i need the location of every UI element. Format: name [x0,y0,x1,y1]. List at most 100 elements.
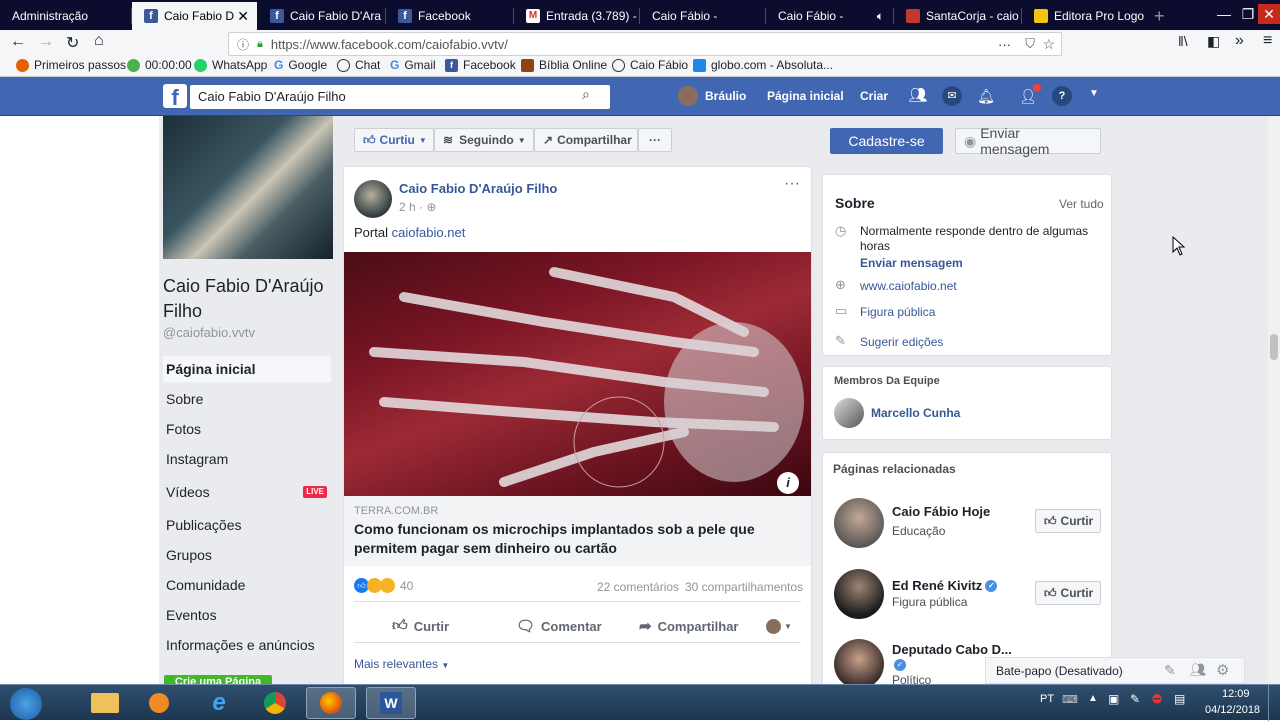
bell-icon[interactable]: 🔔︎ [976,86,996,106]
send-message-button[interactable]: ◉ Enviar mensagem [955,125,1101,157]
link-preview-image[interactable]: i [344,252,811,496]
avatar[interactable] [678,86,698,106]
related-page-name-row[interactable]: Ed René Kivitz ✓ [892,578,998,593]
tab-santacorja[interactable]: SantaCorja - caio [894,2,1022,30]
pocket-icon[interactable]: ⛉ [1025,36,1035,52]
gear-icon[interactable]: ⚙ [1216,661,1229,679]
avatar[interactable] [834,398,864,428]
network-icon[interactable]: ▤ [1174,692,1185,706]
comment-button[interactable]: 🗨︎ Comentar [516,617,602,635]
nav-videos[interactable]: Vídeos LIVE [163,479,331,505]
nav-eventos[interactable]: Eventos [163,602,331,628]
reactions-summary[interactable]: 👍︎ 40 [354,578,413,593]
show-desktop-button[interactable] [1268,685,1280,721]
shares-count[interactable]: 30 compartilhamentos [685,580,803,594]
search-input[interactable]: Caio Fabio D'Araújo Filho [190,85,610,109]
like-page-button[interactable]: 👍︎ Curtir [1035,509,1101,533]
home-icon[interactable]: ⌂ [94,32,104,50]
tab-caio-fabio-3[interactable]: Caio Fábio - [640,2,766,30]
tab-caio-fabio-active[interactable]: f Caio Fabio D'Ar ✕ [132,2,257,30]
internet-explorer-icon[interactable]: e [194,687,244,719]
website-link[interactable]: www.caiofabio.net [860,279,957,293]
forward-icon[interactable]: → [38,33,54,51]
home-link[interactable]: Página inicial [767,89,844,103]
info-icon[interactable]: ⓘ [237,36,249,53]
firefox-icon[interactable] [306,687,356,719]
language-indicator[interactable]: PT [1040,693,1054,705]
url-text[interactable]: https://www.facebook.com/caiofabio.vvtv/ [271,37,508,52]
compose-icon[interactable]: ✎ [1164,662,1176,679]
author-avatar[interactable] [354,180,392,218]
chrome-icon[interactable] [250,687,300,719]
like-post-button[interactable]: 👍︎ Curtir [392,617,449,635]
tab-editora[interactable]: Editora Pro Logo [1022,2,1148,30]
scrollbar[interactable] [1268,116,1280,684]
create-page-button[interactable]: Crie uma Página [164,675,272,684]
star-icon[interactable]: ☆ [1042,36,1055,53]
messenger-icon[interactable]: ✉ [942,86,962,106]
nav-sobre[interactable]: Sobre [163,386,331,412]
library-icon[interactable]: ‖\ [1178,33,1188,49]
overflow-icon[interactable]: » [1235,32,1244,50]
post-options-icon[interactable]: ··· [784,175,800,193]
suggest-edits-link[interactable]: Sugerir edições [860,335,943,349]
bookmark-timer[interactable]: 00:00:00 [127,58,192,72]
post-time[interactable]: 2 h · ⊕ [399,200,436,214]
speaker-icon[interactable]: 🔈︎ [877,9,884,24]
tab-facebook[interactable]: f Facebook [386,2,514,30]
nav-fotos[interactable]: Fotos [163,416,331,442]
media-player-icon[interactable] [134,687,184,719]
clock-time[interactable]: 12:09 [1222,688,1250,700]
create-link[interactable]: Criar [860,89,888,103]
liked-button[interactable]: 👍︎ Curtiu ▼ [354,128,434,152]
bookmark-google[interactable]: G Google [274,58,327,72]
new-tab-button[interactable]: + [1150,2,1174,30]
share-button[interactable]: ↗ Compartilhar [534,128,638,152]
share-post-button[interactable]: ➦ Compartilhar [639,617,738,635]
following-button[interactable]: ≋ Seguindo ▼ [434,128,534,152]
post-as-selector[interactable]: ▼ [766,619,792,634]
nav-informacoes[interactable]: Informações e anúncios [163,632,331,658]
bookmark-caio-fabio[interactable]: Caio Fábio [612,58,688,72]
menu-icon[interactable]: ≡ [1263,32,1272,50]
scrollbar-thumb[interactable] [1270,334,1278,360]
signup-button[interactable]: Cadastre-se [830,128,943,154]
facebook-logo-icon[interactable]: f [163,84,187,110]
restore-icon[interactable]: ❐ [1236,4,1260,24]
reload-icon[interactable]: ↻ [66,33,79,53]
about-send-message-link[interactable]: Enviar mensagem [860,256,963,270]
page-actions-icon[interactable]: ··· [998,37,1011,52]
back-icon[interactable]: ← [10,33,26,51]
profile-picture[interactable] [163,116,333,259]
nav-pagina-inicial[interactable]: Página inicial [163,356,331,382]
team-member-link[interactable]: Marcello Cunha [871,406,960,420]
nav-grupos[interactable]: Grupos [163,542,331,568]
post-author[interactable]: Caio Fabio D'Araújo Filho [399,181,557,196]
tab-gmail[interactable]: M Entrada (3.789) - [514,2,640,30]
more-button[interactable]: ··· [638,128,672,152]
friends-icon[interactable]: 👥︎ [1190,662,1207,678]
avatar[interactable] [834,498,884,548]
bookmark-whatsapp[interactable]: WhatsApp [194,58,267,72]
related-page-name[interactable]: Deputado Cabo D... [892,642,1012,657]
tray-arrow-icon[interactable]: ▲ [1088,693,1098,704]
tray-app-icon[interactable]: ▣ [1108,692,1119,706]
bookmark-chat[interactable]: Chat [337,58,380,72]
tab-caio-fabio-2[interactable]: f Caio Fabio D'Ara [258,2,386,30]
link-preview-caption[interactable]: TERRA.COM.BR Como funcionam os microchip… [344,496,811,566]
url-bar[interactable]: ⓘ 🔒︎ https://www.facebook.com/caiofabio.… [228,32,1062,56]
avatar[interactable] [834,569,884,619]
bookmark-primeiros-passos[interactable]: Primeiros passos [16,58,126,72]
comments-count[interactable]: 22 comentários [597,580,679,594]
security-icon[interactable]: ⛔︎ [1152,692,1162,707]
bookmark-gmail[interactable]: G Gmail [390,58,436,72]
post-text-link[interactable]: caiofabio.net [392,225,466,240]
keyboard-icon[interactable]: ⌨ [1062,693,1078,706]
nav-publicacoes[interactable]: Publicações [163,512,331,538]
minimize-icon[interactable]: — [1212,4,1236,24]
tab-administracao[interactable]: Administração [0,2,132,30]
category-link[interactable]: Figura pública [860,305,935,319]
profile-link[interactable]: Bráulio [705,89,746,103]
tab-caio-fabio-4[interactable]: Caio Fábio - 🔈︎ [766,2,894,30]
comment-sort[interactable]: Mais relevantes ▼ [354,657,449,671]
